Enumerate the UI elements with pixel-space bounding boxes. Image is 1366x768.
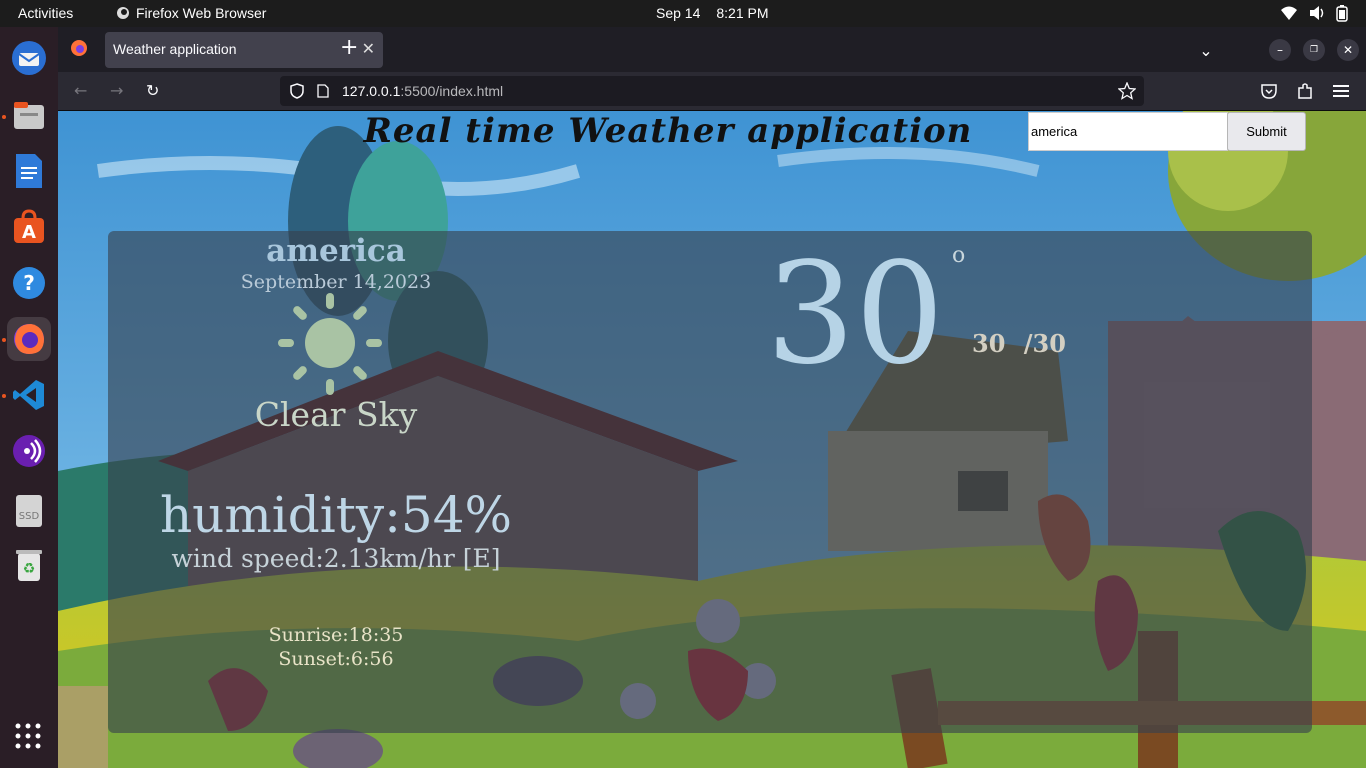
system-top-bar: Activities Firefox Web Browser Sep 14 8:2… [0, 0, 1366, 27]
ssd-label: SSD [19, 511, 40, 522]
firefox-view-icon[interactable] [70, 39, 88, 57]
weather-card: america September 14,2023 Clear Sky humi… [108, 231, 1312, 733]
url-bar[interactable]: 127.0.0.1:5500/index.html [280, 76, 1144, 106]
weather-description: Clear Sky [254, 395, 418, 434]
extensions-icon[interactable] [1297, 82, 1313, 100]
url-path: :5500/index.html [400, 83, 504, 99]
city-search-input[interactable] [1028, 112, 1228, 151]
temperature-value: 30 [766, 233, 945, 396]
min-max-temperature: 30 /30 [972, 329, 1066, 358]
svg-text:♻: ♻ [23, 561, 36, 577]
sunrise-time: Sunrise:18:35 [268, 624, 404, 646]
page-info-icon[interactable] [317, 84, 329, 98]
browser-tab-bar: Weather application ✕ + ⌄ – ❐ ✕ [58, 27, 1366, 72]
close-window-icon[interactable]: ✕ [1337, 39, 1359, 61]
svg-text:A: A [22, 222, 36, 243]
dock-trash-icon[interactable]: ♻ [7, 543, 51, 587]
wifi-icon [1281, 6, 1297, 20]
volume-icon [1310, 6, 1324, 20]
dock-app-center-icon[interactable]: A [7, 205, 51, 249]
dock-running-indicator [2, 338, 6, 342]
browser-nav-bar: ← → ↻ 127.0.0.1:5500/index.html [58, 72, 1366, 111]
dock-help-icon[interactable]: ? [7, 261, 51, 305]
clock-date: Sep 14 [656, 5, 701, 21]
clock-time: 8:21 PM [716, 5, 769, 21]
minimize-window-icon[interactable]: – [1269, 39, 1291, 61]
restore-window-icon[interactable]: ❐ [1303, 39, 1325, 61]
battery-icon [1336, 5, 1348, 22]
tab-title: Weather application [113, 41, 237, 57]
url-host: 127.0.0.1 [342, 83, 401, 99]
dock-thunderbird-icon[interactable] [7, 36, 51, 80]
back-icon[interactable]: ← [74, 81, 87, 100]
hamburger-menu-icon[interactable] [1333, 84, 1349, 98]
clear-sky-sun-icon [278, 293, 382, 395]
url-text: 127.0.0.1:5500/index.html [342, 83, 503, 99]
firefox-small-icon [117, 7, 129, 19]
svg-text:?: ? [23, 271, 35, 295]
page-viewport: Real time Weather application Submit ame… [58, 111, 1366, 768]
humidity-value: humidity:54% [159, 486, 513, 544]
wind-speed-value: wind speed:2.13km/hr [E] [171, 544, 501, 573]
bookmark-star-icon[interactable] [1118, 82, 1136, 100]
dock-writer-icon[interactable] [7, 149, 51, 193]
city-name: america [266, 233, 406, 269]
new-tab-icon[interactable]: + [340, 35, 358, 60]
sunset-time: Sunset:6:56 [278, 648, 394, 670]
dock-firefox-icon[interactable] [7, 317, 51, 361]
dock-files-icon[interactable] [7, 93, 51, 137]
system-tray[interactable] [1280, 4, 1348, 22]
degree-symbol: o [952, 243, 966, 268]
dock-vscode-icon[interactable] [7, 373, 51, 417]
show-apps-icon[interactable] [15, 723, 41, 753]
tab-close-icon[interactable]: ✕ [362, 39, 375, 59]
dock-podcasts-icon[interactable] [7, 429, 51, 473]
submit-button[interactable]: Submit [1227, 112, 1306, 151]
forward-icon[interactable]: → [110, 81, 123, 100]
dock-running-indicator [2, 115, 6, 119]
shield-icon[interactable] [290, 83, 304, 99]
dock: A ? SSD ♻ [0, 27, 58, 768]
weather-date: September 14,2023 [240, 271, 432, 293]
app-name-label: Firefox Web Browser [136, 5, 267, 21]
dock-running-indicator [2, 394, 6, 398]
clock[interactable]: Sep 14 8:21 PM [656, 5, 769, 21]
list-all-tabs-icon[interactable]: ⌄ [1195, 39, 1217, 61]
reload-icon[interactable]: ↻ [146, 81, 159, 100]
page-title: Real time Weather application [363, 111, 973, 151]
activities-button[interactable]: Activities [18, 5, 73, 21]
dock-ssd-drive-icon[interactable]: SSD [7, 489, 51, 533]
app-menu[interactable]: Firefox Web Browser [116, 5, 266, 21]
pocket-icon[interactable] [1261, 83, 1277, 99]
